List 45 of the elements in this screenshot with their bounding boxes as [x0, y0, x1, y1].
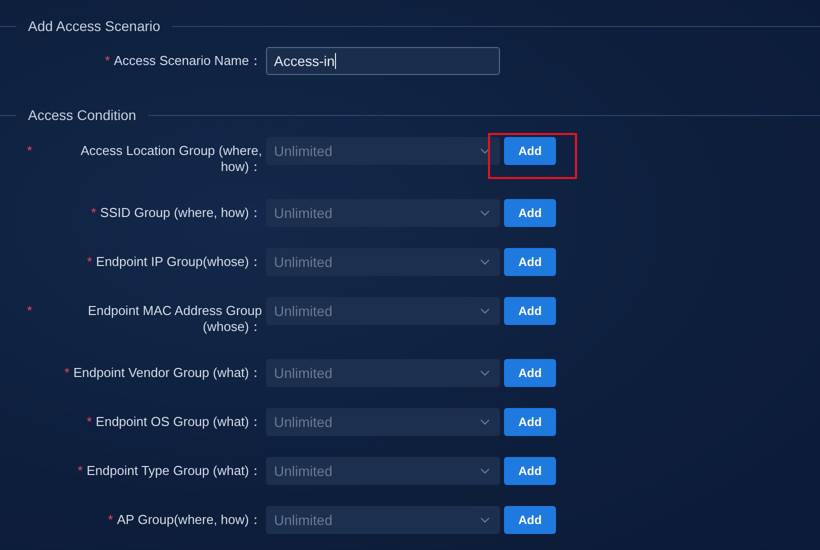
add-button[interactable]: Add	[504, 137, 556, 165]
name-input-field[interactable]: Access-in	[266, 47, 500, 75]
add-button[interactable]: Add	[504, 457, 556, 485]
group-dropdown[interactable]: Unlimited	[266, 506, 500, 534]
add-button[interactable]: Add	[504, 248, 556, 276]
chevron-down-icon	[480, 210, 490, 216]
field-label: Endpoint MAC Address Group (whose)：	[86, 302, 262, 336]
field-label: Endpoint Type Group (what)：	[86, 462, 262, 480]
required-mark: *	[26, 142, 32, 159]
add-button[interactable]: Add	[504, 297, 556, 325]
field-label: Endpoint Vendor Group (what)：	[73, 364, 262, 382]
field-label: Access Scenario Name：	[114, 52, 262, 70]
add-button[interactable]: Add	[504, 199, 556, 227]
field-label: SSID Group (where, how)：	[100, 204, 262, 222]
chevron-down-icon	[480, 370, 490, 376]
required-mark: *	[26, 302, 32, 319]
add-button[interactable]: Add	[504, 408, 556, 436]
field-label: Endpoint OS Group (what)：	[96, 413, 262, 431]
required-mark: *	[64, 364, 70, 381]
section-title: Access Condition	[28, 107, 136, 123]
required-mark: *	[86, 413, 92, 430]
chevron-down-icon	[480, 148, 490, 154]
chevron-down-icon	[480, 517, 490, 523]
section-title: Add Access Scenario	[28, 18, 160, 34]
add-button[interactable]: Add	[504, 506, 556, 534]
field-label: Endpoint IP Group(whose)：	[96, 253, 262, 271]
field-label: Access Location Group (where, how)：	[80, 142, 262, 176]
group-dropdown[interactable]: Unlimited	[266, 457, 500, 485]
chevron-down-icon	[480, 468, 490, 474]
chevron-down-icon	[480, 419, 490, 425]
required-mark: *	[78, 462, 83, 479]
group-dropdown[interactable]: Unlimited	[266, 199, 500, 227]
group-dropdown[interactable]: Unlimited	[266, 408, 500, 436]
required-mark: *	[104, 52, 110, 69]
required-mark: *	[108, 511, 113, 528]
group-dropdown[interactable]: Unlimited	[266, 248, 500, 276]
required-mark: *	[91, 204, 96, 221]
chevron-down-icon	[480, 308, 490, 314]
chevron-down-icon	[480, 259, 490, 265]
field-label: AP Group(where, how)：	[117, 511, 262, 529]
add-button[interactable]: Add	[504, 359, 556, 387]
group-dropdown[interactable]: Unlimited	[266, 359, 500, 387]
group-dropdown[interactable]: Unlimited	[266, 297, 500, 325]
required-mark: *	[86, 253, 92, 270]
group-dropdown[interactable]: Unlimited	[266, 137, 500, 165]
